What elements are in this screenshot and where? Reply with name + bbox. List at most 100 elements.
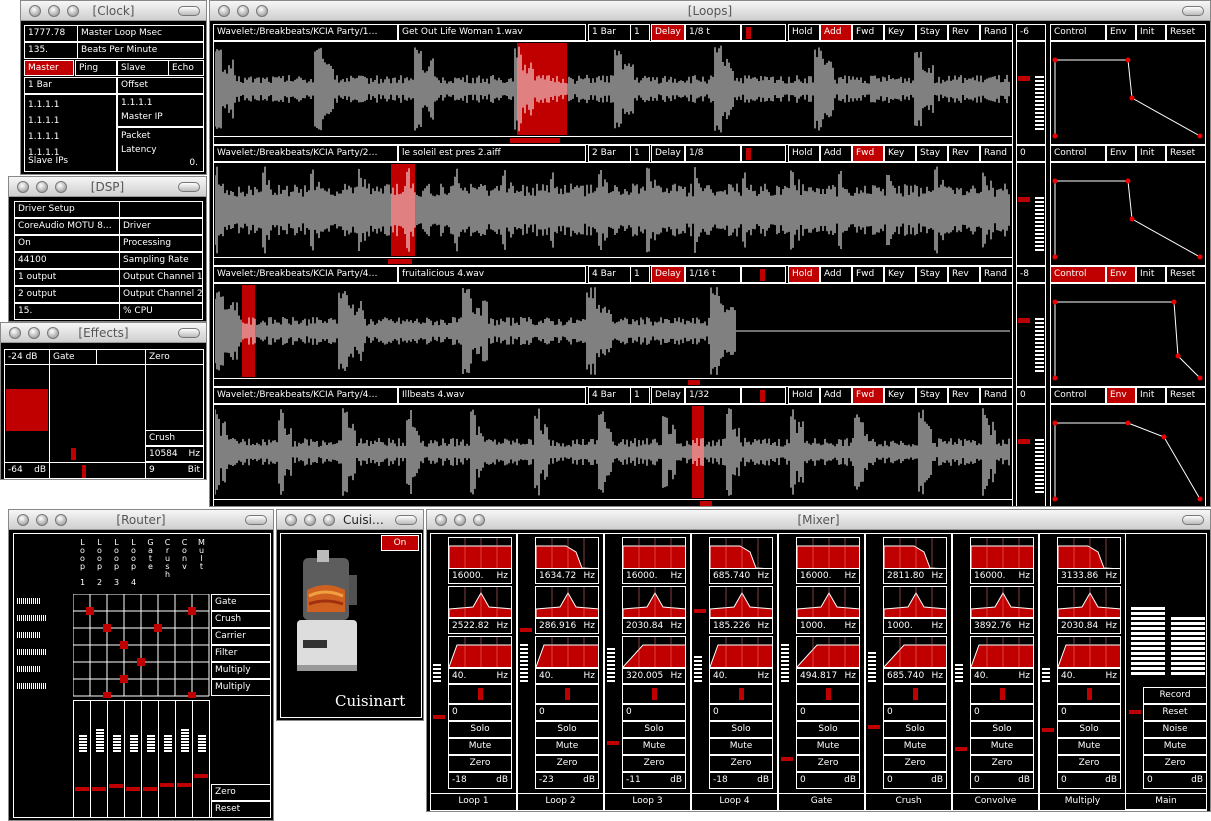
ch8-pan-marker[interactable]	[1087, 688, 1092, 700]
ch4-eq-band-3[interactable]	[709, 636, 773, 668]
loop4-playhead[interactable]	[700, 501, 712, 506]
main-gain[interactable]: 0 dB	[1143, 772, 1207, 789]
loop3-rand-button[interactable]: Rand	[980, 266, 1013, 283]
loop1-init-button[interactable]: Init	[1136, 24, 1166, 41]
ch1-gain[interactable]: -18 dB	[448, 772, 512, 789]
ch8-eq-freq-2[interactable]: 2030.84 Hz	[1057, 618, 1121, 634]
router-zero-button[interactable]: Zero	[211, 784, 271, 801]
loop2-stay-button[interactable]: Stay	[916, 145, 948, 162]
router-send-fader-track[interactable]	[158, 700, 176, 818]
ch2-eq-freq-3[interactable]: 40. Hz	[535, 668, 599, 684]
gate-range-slider[interactable]	[6, 389, 48, 431]
ch4-pan-marker[interactable]	[739, 688, 744, 700]
router-send-fader[interactable]	[126, 787, 140, 791]
close-icon[interactable]	[9, 327, 21, 339]
ch7-eq-band-2[interactable]	[970, 586, 1034, 618]
loop3-fwd-button[interactable]: Fwd	[852, 266, 884, 283]
ch4-eq-freq-3[interactable]: 40. Hz	[709, 668, 773, 684]
loop4-fwd-button[interactable]: Fwd	[852, 387, 884, 404]
loop4-division-select[interactable]: 1/32	[685, 387, 741, 404]
ch3-volume-fader[interactable]	[607, 741, 619, 745]
loop2-delay-button[interactable]: Delay	[651, 145, 685, 162]
ch5-eq-freq-1[interactable]: 16000. Hz	[796, 568, 860, 584]
output2-select[interactable]: 2 output	[14, 286, 120, 303]
mixer-titlebar[interactable]: [Mixer]	[427, 510, 1210, 530]
loop4-envelope-curve[interactable]	[1050, 415, 1206, 507]
loop1-position-bar[interactable]	[213, 136, 1013, 145]
ch6-eq-band-3[interactable]	[883, 636, 947, 668]
ch5-eq-band-2[interactable]	[796, 586, 860, 618]
loop3-playhead[interactable]	[688, 380, 700, 385]
ch3-pan-marker[interactable]	[652, 688, 657, 700]
loop2-bars-select[interactable]: 2 Bar	[588, 145, 631, 162]
ch3-eq-freq-3[interactable]: 320.005 Hz	[622, 668, 686, 684]
ch1-send-value[interactable]: 0	[448, 704, 512, 721]
loop1-envelope-curve[interactable]	[1050, 52, 1206, 144]
loop3-feedback-marker[interactable]	[760, 269, 765, 281]
ch5-mute-button[interactable]: Mute	[796, 738, 860, 755]
loop3-delay-button[interactable]: Delay	[651, 266, 685, 283]
loop3-waveform[interactable]	[215, 285, 1011, 377]
router-send-fader-track[interactable]	[90, 700, 108, 818]
record-button[interactable]: Record	[1143, 687, 1207, 704]
router-send-fader-track[interactable]	[107, 700, 125, 818]
ch2-eq-freq-1[interactable]: 1634.72 Hz	[535, 568, 599, 584]
sample-rate-select[interactable]: 44100	[14, 252, 120, 269]
loop2-control-button[interactable]: Control	[1050, 145, 1106, 162]
loop2-envelope-curve[interactable]	[1050, 173, 1206, 265]
loop3-reset-button[interactable]: Reset	[1166, 266, 1206, 283]
bar-select[interactable]: 1 Bar	[24, 77, 117, 94]
clock-titlebar[interactable]: [Clock]	[21, 1, 206, 21]
ch4-solo-button[interactable]: Solo	[709, 721, 773, 738]
loop1-waveform[interactable]	[215, 43, 1011, 135]
ch8-eq-freq-1[interactable]: 3133.86 Hz	[1057, 568, 1121, 584]
loop1-delay-button[interactable]: Delay	[651, 24, 685, 41]
loop4-hold-button[interactable]: Hold	[788, 387, 820, 404]
ch6-gain[interactable]: 0 dB	[883, 772, 947, 789]
minimize-icon[interactable]	[36, 181, 48, 193]
zoom-icon[interactable]	[47, 327, 59, 339]
zoom-icon[interactable]	[256, 5, 268, 17]
ch1-eq-band-2[interactable]	[448, 586, 512, 618]
ch2-gain[interactable]: -23 dB	[535, 772, 599, 789]
dsp-titlebar[interactable]: [DSP]	[9, 177, 206, 197]
ch6-zero-button[interactable]: Zero	[883, 755, 947, 772]
ch4-send-value[interactable]: 0	[709, 704, 773, 721]
minimize-icon[interactable]	[304, 514, 316, 526]
ch4-mute-button[interactable]: Mute	[709, 738, 773, 755]
slave-button[interactable]: Slave	[117, 60, 169, 76]
ch1-eq-band-1[interactable]	[448, 537, 512, 569]
loop3-volume-fader[interactable]	[1018, 318, 1030, 323]
loop4-reset-button[interactable]: Reset	[1166, 387, 1206, 404]
ch8-solo-button[interactable]: Solo	[1057, 721, 1121, 738]
loop2-volume-fader[interactable]	[1018, 197, 1030, 202]
ch6-eq-freq-2[interactable]: 1000. Hz	[883, 618, 947, 634]
ch7-eq-freq-1[interactable]: 16000. Hz	[970, 568, 1034, 584]
ch4-gain[interactable]: -18 dB	[709, 772, 773, 789]
cuisinart-titlebar[interactable]: Cuisi…	[277, 510, 423, 530]
ch3-zero-button[interactable]: Zero	[622, 755, 686, 772]
router-send-fader-track[interactable]	[141, 700, 159, 818]
driver-select[interactable]: CoreAudio MOTU 8…	[14, 218, 120, 235]
loop1-division-select[interactable]: 1/8 t	[685, 24, 741, 41]
loop1-stay-button[interactable]: Stay	[916, 24, 948, 41]
loop1-playhead[interactable]	[510, 138, 560, 143]
main-reset-button[interactable]: Reset	[1143, 704, 1207, 721]
ch4-volume-fader[interactable]	[694, 609, 706, 613]
loop4-feedback-marker[interactable]	[760, 390, 765, 402]
loop1-control-button[interactable]: Control	[1050, 24, 1106, 41]
loop1-path-select[interactable]: Wavelet:/Breakbeats/KCIA Party/1…	[213, 24, 398, 41]
ch2-eq-band-3[interactable]	[535, 636, 599, 668]
ch5-pan-marker[interactable]	[826, 688, 831, 700]
ch4-zero-button[interactable]: Zero	[709, 755, 773, 772]
ch3-gain[interactable]: -11 dB	[622, 772, 686, 789]
loop1-key-button[interactable]: Key	[884, 24, 916, 41]
ch2-volume-fader[interactable]	[520, 628, 532, 632]
router-send-fader[interactable]	[109, 784, 123, 788]
loop3-rev-button[interactable]: Rev	[948, 266, 980, 283]
processing-toggle[interactable]: On	[14, 235, 120, 252]
loop2-fwd-button[interactable]: Fwd	[852, 145, 884, 162]
main-fader[interactable]	[1129, 710, 1141, 714]
crush-level-marker[interactable]	[82, 465, 86, 478]
loop3-file-select[interactable]: fruitalicious 4.wav	[398, 266, 586, 283]
